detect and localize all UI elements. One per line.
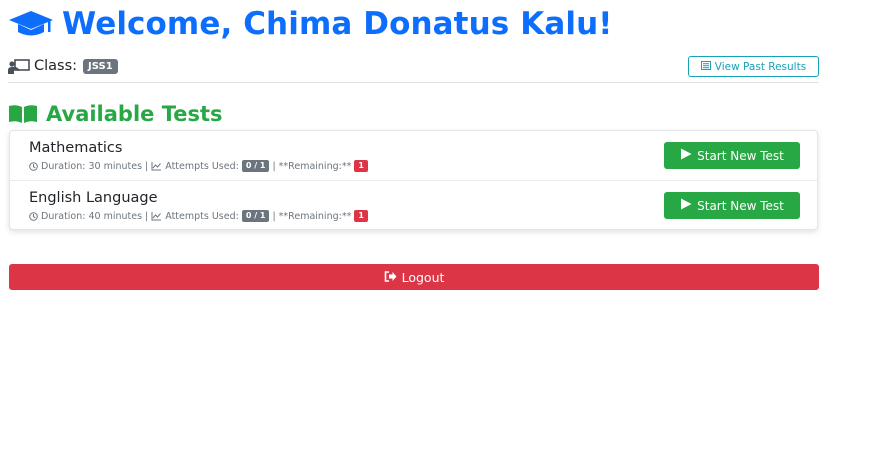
- remaining-label: **Remaining:**: [278, 210, 352, 222]
- start-new-test-label: Start New Test: [697, 148, 784, 163]
- play-icon: [680, 198, 692, 213]
- book-open-icon: [8, 103, 46, 125]
- start-new-test-label: Start New Test: [697, 198, 784, 213]
- test-duration: Duration: 30 minutes: [41, 160, 143, 172]
- class-label: Class:: [34, 58, 78, 74]
- attempts-label: Attempts Used:: [165, 210, 239, 222]
- class-badge: JSS1: [83, 58, 118, 74]
- attempts-badge: 0 / 1: [241, 210, 270, 222]
- clock-icon: [29, 211, 38, 221]
- available-tests-title: Available Tests: [46, 102, 223, 126]
- logout-label: Logout: [401, 269, 445, 285]
- graduation-cap-icon: [8, 6, 62, 42]
- attempts-badge: 0 / 1: [241, 160, 270, 172]
- remaining-badge: 1: [354, 160, 368, 172]
- test-name: Mathematics: [29, 140, 123, 156]
- logout-button[interactable]: Logout: [9, 264, 819, 290]
- attempts-label: Attempts Used:: [165, 160, 239, 172]
- class-info: Class: JSS1: [8, 58, 118, 74]
- clock-icon: [29, 161, 38, 171]
- test-meta: Duration: 40 minutes | Attempts Used: 0 …: [29, 210, 368, 222]
- view-past-results-button[interactable]: View Past Results: [688, 56, 819, 77]
- list-icon: [700, 60, 711, 73]
- test-item: Mathematics Duration: 30 minutes | Attem…: [10, 131, 817, 181]
- test-duration: Duration: 40 minutes: [41, 210, 143, 222]
- start-new-test-button[interactable]: Start New Test: [664, 192, 800, 219]
- sign-out-icon: [384, 270, 397, 285]
- test-name: English Language: [29, 190, 158, 206]
- available-tests-heading: Available Tests: [8, 99, 223, 129]
- remaining-label: **Remaining:**: [278, 160, 352, 172]
- start-new-test-button[interactable]: Start New Test: [664, 142, 800, 169]
- play-icon: [680, 148, 692, 163]
- chart-line-icon: [151, 161, 162, 171]
- remaining-badge: 1: [354, 210, 368, 222]
- page-title: Welcome, Chima Donatus Kalu!: [62, 6, 613, 42]
- welcome-header: Welcome, Chima Donatus Kalu!: [8, 4, 613, 44]
- test-meta: Duration: 30 minutes | Attempts Used: 0 …: [29, 160, 368, 172]
- chalkboard-teacher-icon: [8, 58, 34, 74]
- view-past-results-label: View Past Results: [714, 60, 807, 73]
- chart-line-icon: [151, 211, 162, 221]
- test-item: English Language Duration: 40 minutes | …: [10, 181, 817, 231]
- class-row: Class: JSS1 View Past Results: [8, 54, 819, 83]
- tests-list: Mathematics Duration: 30 minutes | Attem…: [9, 130, 818, 230]
